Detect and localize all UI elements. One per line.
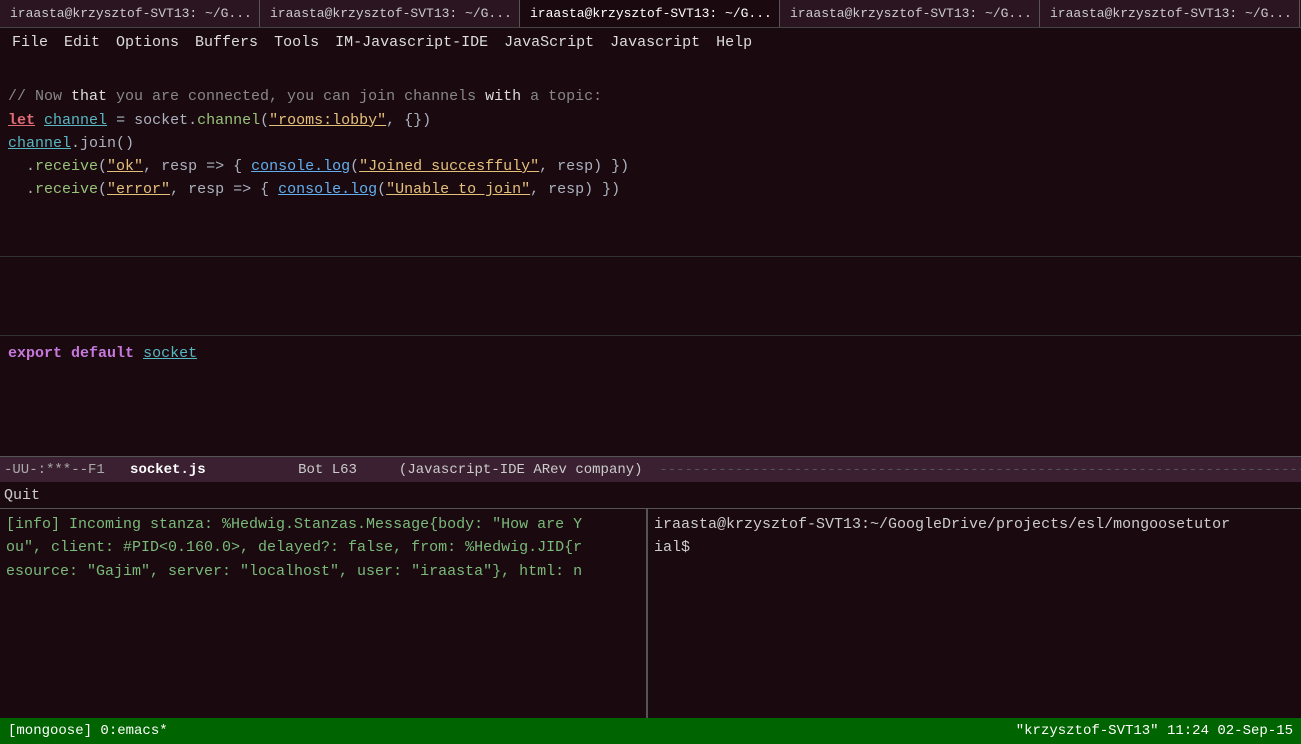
- mini-buffer-text: Quit: [4, 487, 40, 504]
- code-line-blank1: [8, 62, 1293, 85]
- bottom-left-line1: [info] Incoming stanza: %Hedwig.Stanzas.…: [6, 513, 640, 536]
- menu-options[interactable]: Options: [108, 32, 187, 53]
- menu-bar: File Edit Options Buffers Tools IM-Javas…: [0, 28, 1301, 56]
- tab-1-label: iraasta@krzysztof-SVT13: ~/G...: [10, 6, 252, 21]
- status-bot: Bot L63: [298, 462, 357, 478]
- status-left: -UU-:***--F1 socket.js Bot L63 (Javascri…: [4, 462, 1301, 478]
- status-bar: -UU-:***--F1 socket.js Bot L63 (Javascri…: [0, 456, 1301, 482]
- menu-tools[interactable]: Tools: [266, 32, 327, 53]
- status-dashes: ----------------------------------------…: [659, 462, 1301, 478]
- mini-buffer: Quit: [0, 482, 1301, 508]
- bottom-right-line1: iraasta@krzysztof-SVT13:~/GoogleDrive/pr…: [654, 513, 1295, 536]
- editor-area2[interactable]: export default socket: [0, 336, 1301, 456]
- tab-2-label: iraasta@krzysztof-SVT13: ~/G...: [270, 6, 512, 21]
- code-blank4: [8, 412, 1293, 435]
- tab-5-close[interactable]: ✕: [1298, 6, 1300, 21]
- bottom-status-bar: [mongoose] 0:emacs* "krzysztof-SVT13" 11…: [0, 718, 1301, 744]
- tab-3[interactable]: iraasta@krzysztof-SVT13: ~/G... ✕: [520, 0, 780, 27]
- tab-5-label: iraasta@krzysztof-SVT13: ~/G...: [1050, 6, 1292, 21]
- menu-edit[interactable]: Edit: [56, 32, 108, 53]
- editor-area[interactable]: // Now that you are connected, you can j…: [0, 56, 1301, 256]
- code-blank2: [8, 365, 1293, 388]
- bottom-split: [info] Incoming stanza: %Hedwig.Stanzas.…: [0, 508, 1301, 718]
- tab-4[interactable]: iraasta@krzysztof-SVT13: ~/G... ✕: [780, 0, 1040, 27]
- code-line-receive-error: .receive("error", resp => { console.log(…: [8, 178, 1293, 201]
- menu-im-javascript-ide[interactable]: IM-Javascript-IDE: [327, 32, 496, 53]
- code-line-export: export default socket: [8, 342, 1293, 365]
- code-blank3: [8, 389, 1293, 412]
- bottom-right-panel[interactable]: iraasta@krzysztof-SVT13:~/GoogleDrive/pr…: [648, 509, 1301, 718]
- bottom-left-line3: esource: "Gajim", server: "localhost", u…: [6, 560, 640, 583]
- menu-buffers[interactable]: Buffers: [187, 32, 266, 53]
- bottom-left-panel[interactable]: [info] Incoming stanza: %Hedwig.Stanzas.…: [0, 509, 648, 718]
- tab-3-label: iraasta@krzysztof-SVT13: ~/G...: [530, 6, 772, 21]
- code-line-let: let channel = socket.channel("rooms:lobb…: [8, 109, 1293, 132]
- status-filename: socket.js: [130, 462, 206, 478]
- bottom-status-left: [mongoose] 0:emacs*: [8, 723, 1016, 739]
- code-line-comment: // Now that you are connected, you can j…: [8, 85, 1293, 108]
- bottom-status-right: "krzysztof-SVT13" 11:24 02-Sep-15: [1016, 723, 1293, 739]
- status-mode-info: (Javascript-IDE ARev company): [399, 462, 643, 478]
- tab-5[interactable]: iraasta@krzysztof-SVT13: ~/G... ✕: [1040, 0, 1300, 27]
- menu-file[interactable]: File: [4, 32, 56, 53]
- status-mode: -UU-:***--F1: [4, 462, 105, 478]
- menu-help[interactable]: Help: [708, 32, 760, 53]
- tab-2[interactable]: iraasta@krzysztof-SVT13: ~/G... ✕: [260, 0, 520, 27]
- menu-javascript[interactable]: JavaScript: [496, 32, 602, 53]
- code-line-join: channel.join(): [8, 132, 1293, 155]
- code-line-receive-ok: .receive("ok", resp => { console.log("Jo…: [8, 155, 1293, 178]
- bottom-left-line2: ou", client: #PID<0.160.0>, delayed?: fa…: [6, 536, 640, 559]
- editor-divider: [0, 256, 1301, 336]
- menu-javascript2[interactable]: Javascript: [602, 32, 708, 53]
- tab-bar: iraasta@krzysztof-SVT13: ~/G... ✕ iraast…: [0, 0, 1301, 28]
- tab-1[interactable]: iraasta@krzysztof-SVT13: ~/G... ✕: [0, 0, 260, 27]
- bottom-right-line2: ial$: [654, 536, 1295, 559]
- tab-4-label: iraasta@krzysztof-SVT13: ~/G...: [790, 6, 1032, 21]
